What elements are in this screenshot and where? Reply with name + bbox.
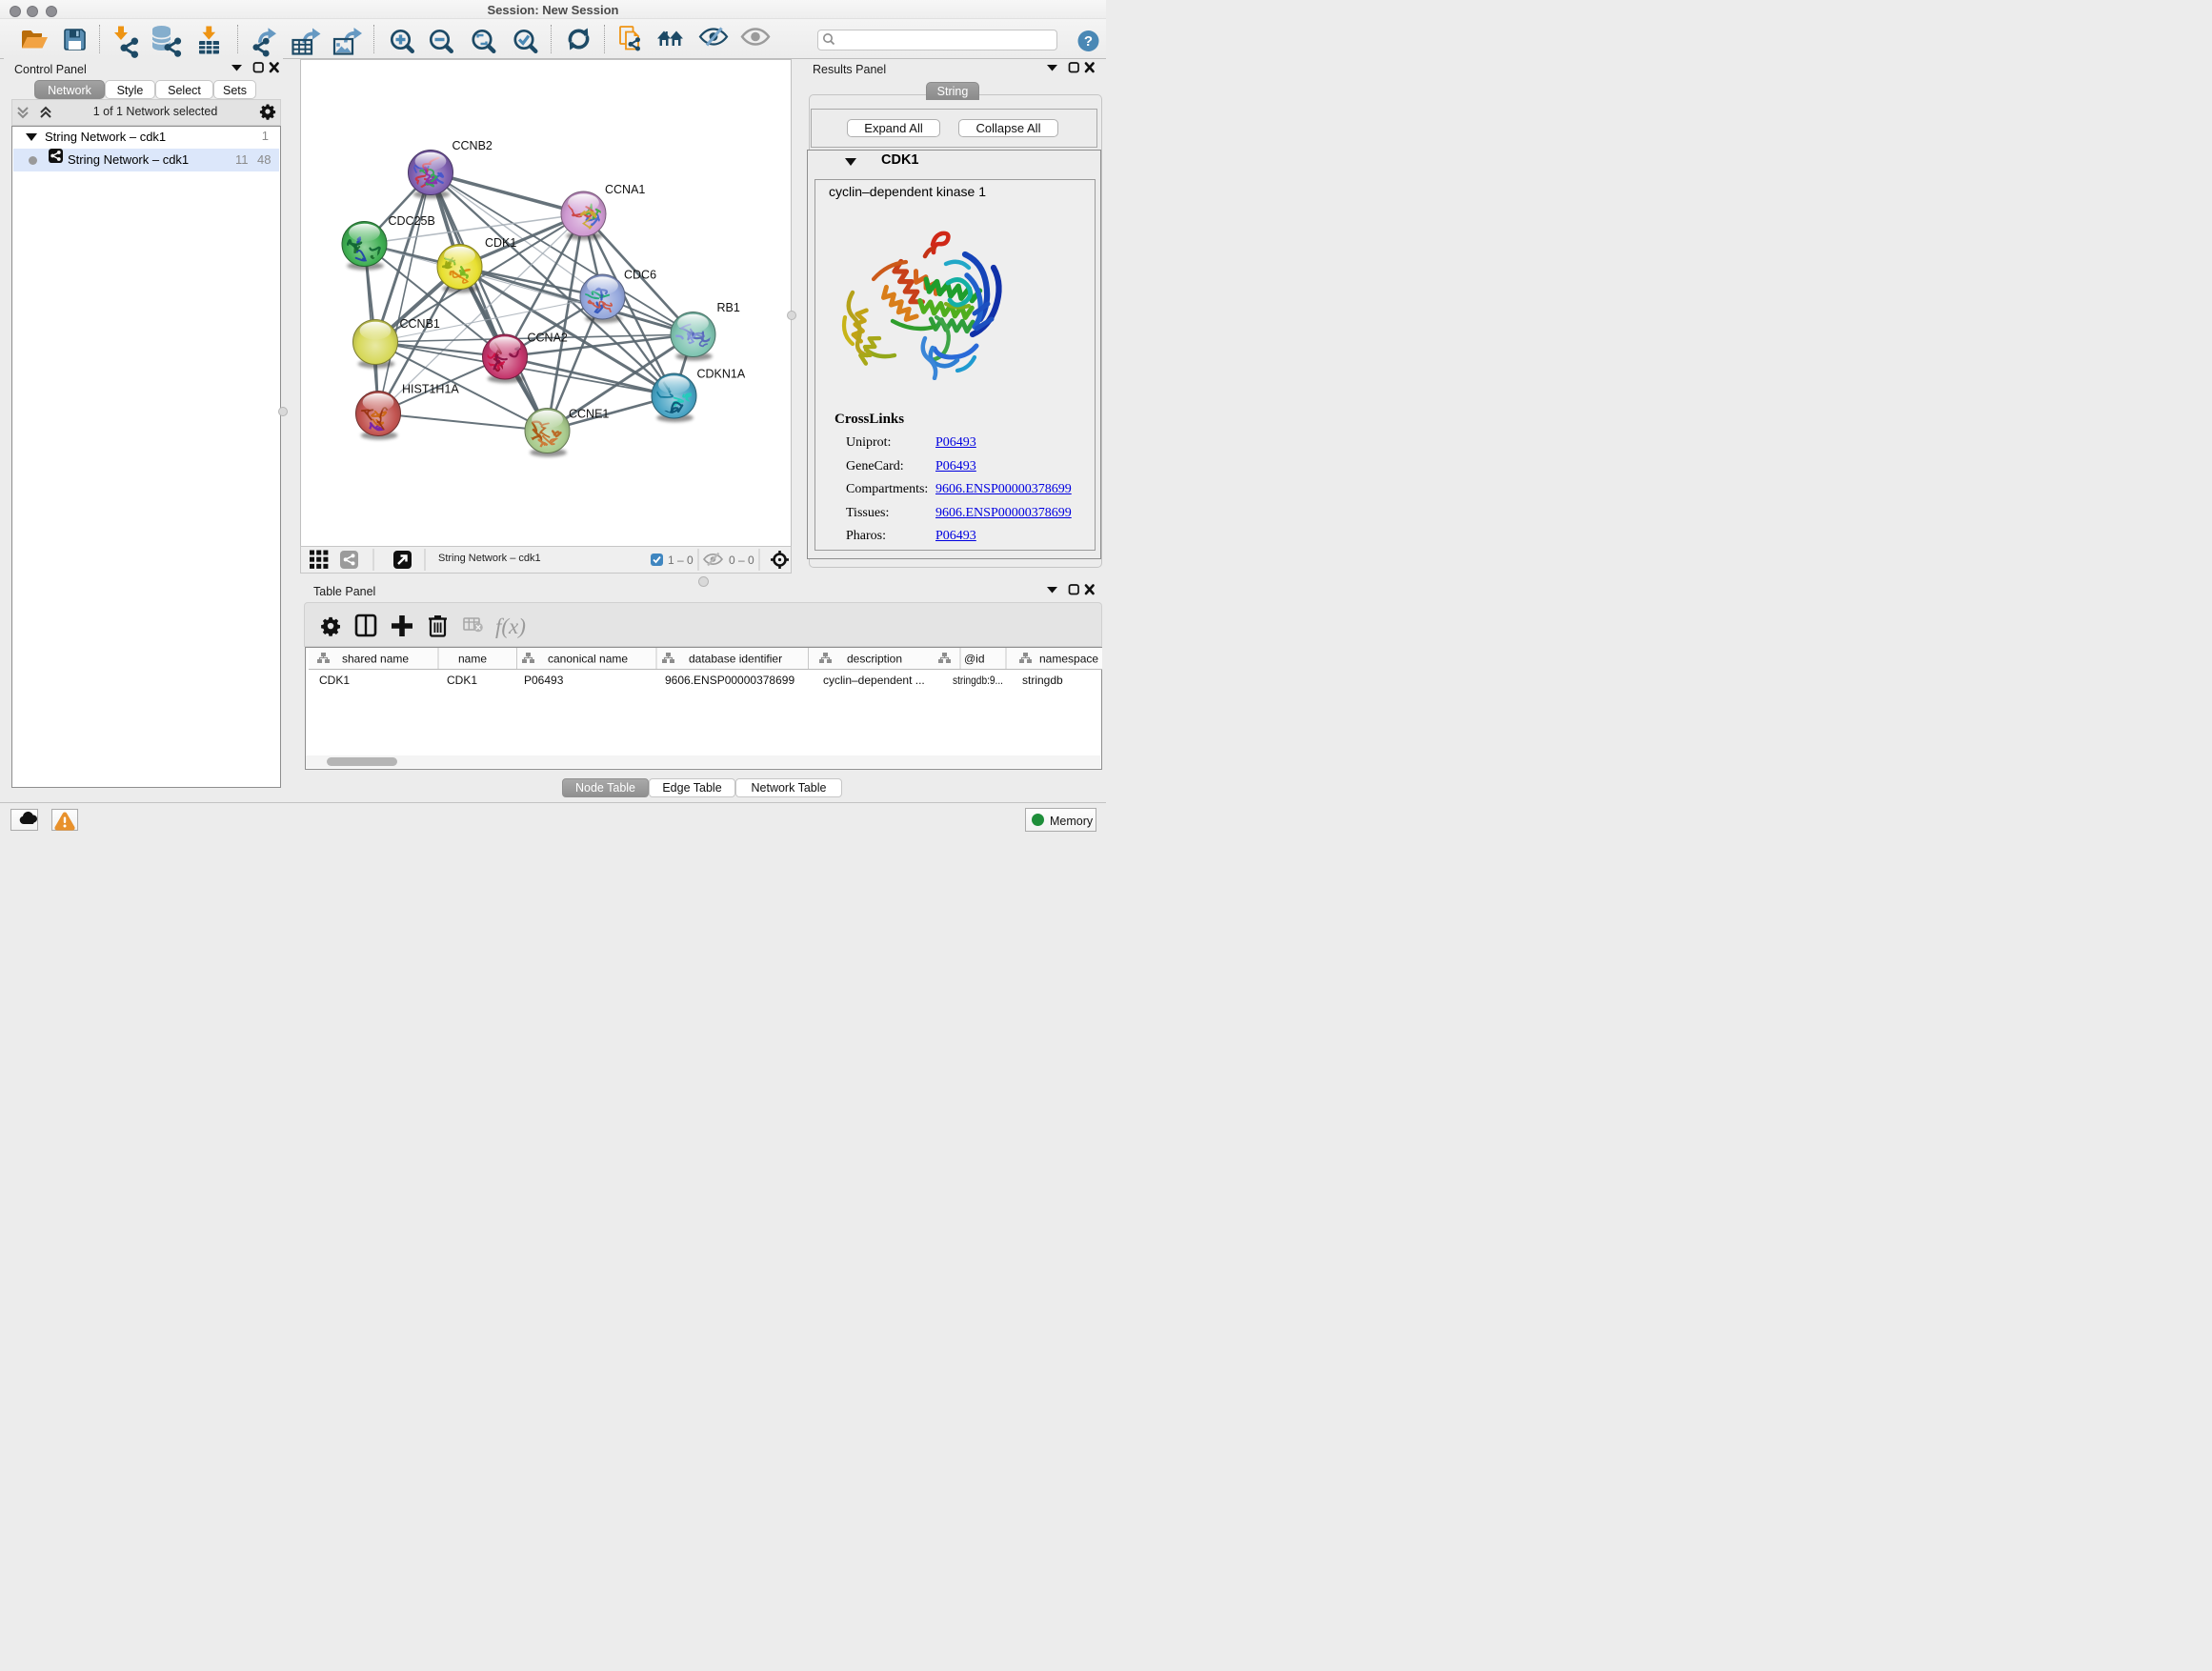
svg-text:CDK1: CDK1 — [319, 674, 350, 687]
svg-text:HIST1H1A: HIST1H1A — [402, 383, 459, 396]
svg-text:CDKN1A: CDKN1A — [697, 368, 746, 381]
svg-text:0 – 0: 0 – 0 — [729, 554, 754, 567]
svg-text:description: description — [847, 653, 902, 666]
svg-text:CCNB2: CCNB2 — [452, 139, 493, 152]
svg-text:?: ? — [1084, 33, 1093, 50]
svg-text:9606.ENSP00000378699: 9606.ENSP00000378699 — [665, 674, 794, 687]
svg-text:name: name — [458, 653, 487, 666]
svg-text:f(x): f(x) — [495, 614, 526, 638]
svg-text:cyclin–dependent ...: cyclin–dependent ... — [823, 674, 925, 687]
svg-text:P06493: P06493 — [524, 674, 564, 687]
svg-text:CDC6: CDC6 — [624, 269, 656, 282]
svg-text:CDC25B: CDC25B — [389, 214, 435, 228]
svg-text:CCNA1: CCNA1 — [605, 183, 645, 196]
svg-text:@id: @id — [964, 653, 985, 666]
svg-text:CCNE1: CCNE1 — [569, 408, 609, 421]
svg-text:namespace: namespace — [1039, 653, 1098, 666]
svg-text:CDK1: CDK1 — [447, 674, 477, 687]
svg-text:RB1: RB1 — [717, 301, 740, 314]
svg-text:shared name: shared name — [342, 653, 409, 666]
svg-text:canonical name: canonical name — [548, 653, 628, 666]
svg-text:CCNA2: CCNA2 — [528, 332, 568, 345]
svg-text:stringdb:9...: stringdb:9... — [953, 674, 1003, 687]
svg-text:database identifier: database identifier — [689, 653, 782, 666]
svg-text:stringdb: stringdb — [1022, 674, 1063, 687]
svg-text:CDK1: CDK1 — [485, 236, 516, 250]
svg-text:1 – 0: 1 – 0 — [668, 554, 694, 567]
svg-text:CCNB1: CCNB1 — [400, 317, 440, 331]
